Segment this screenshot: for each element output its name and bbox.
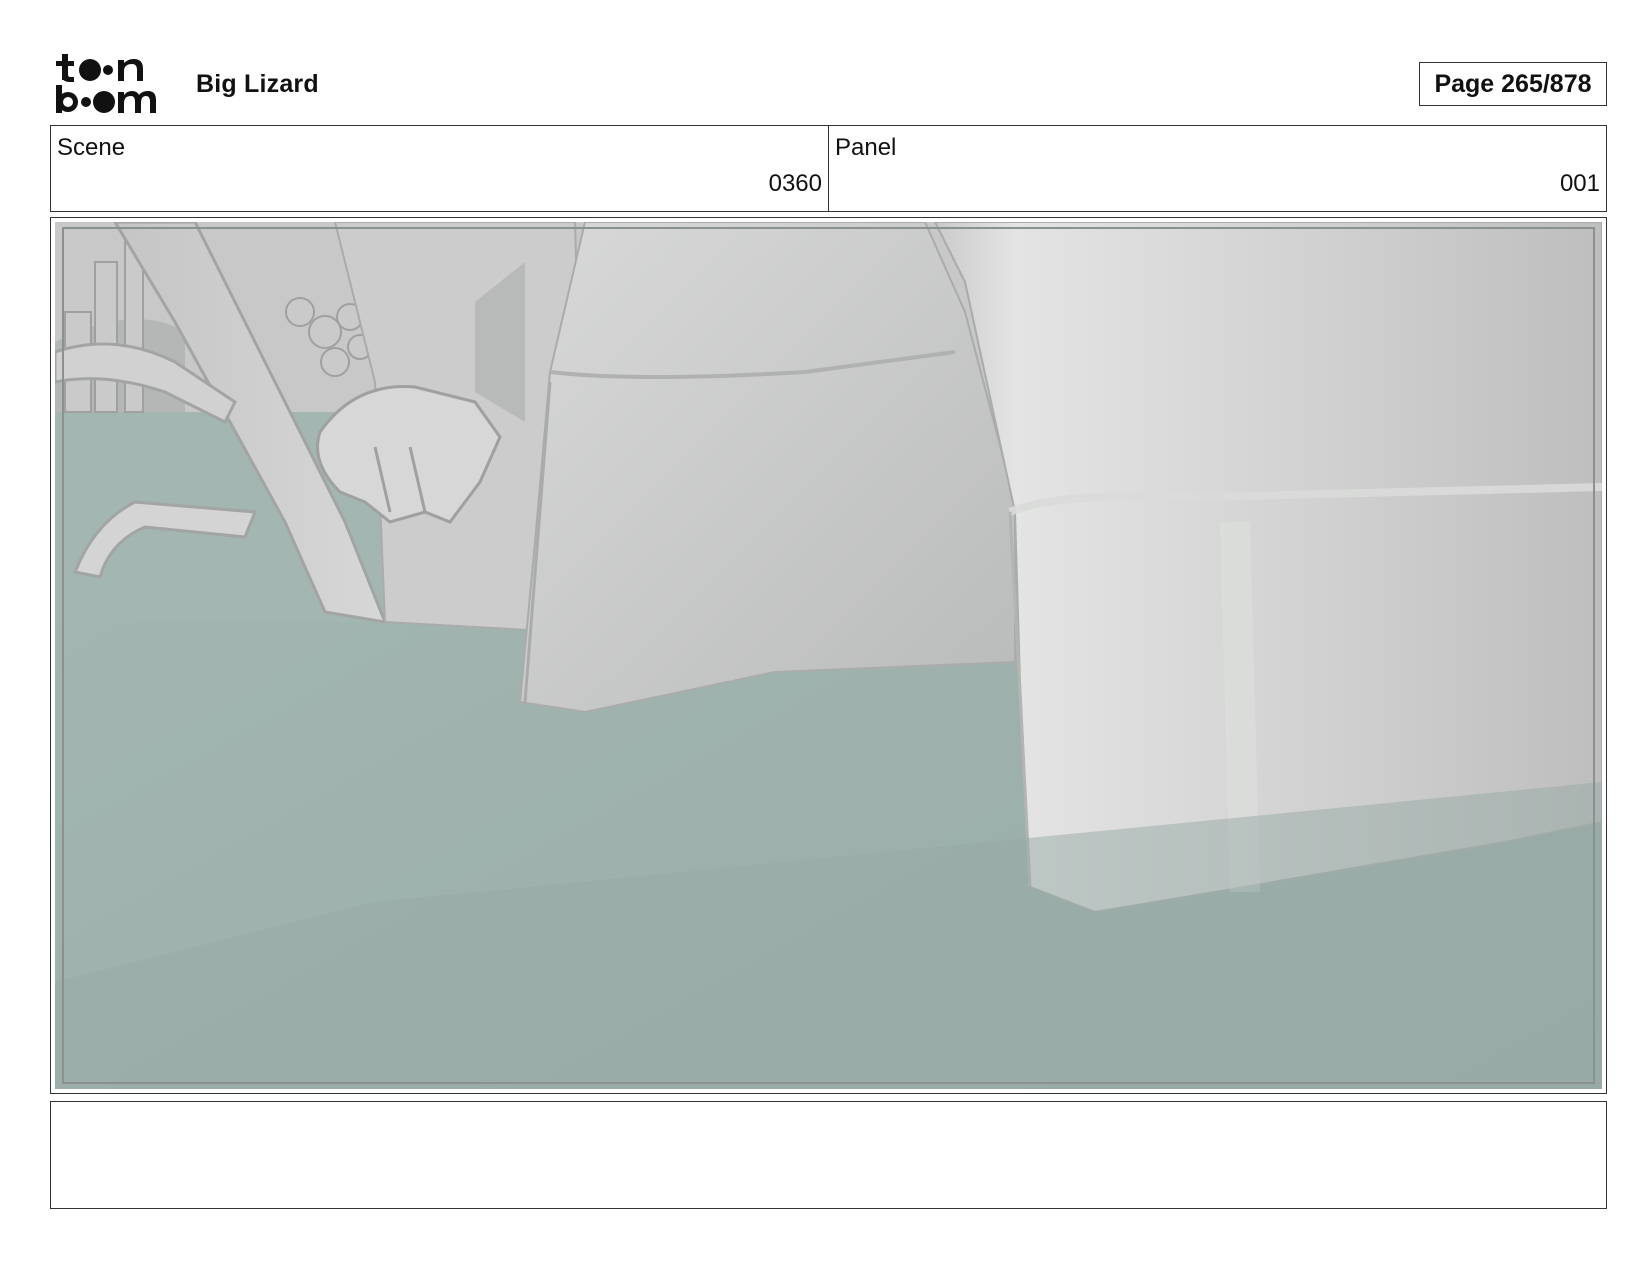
scene-cell: Scene 0360 (51, 126, 828, 211)
toonboom-logo-icon (54, 52, 172, 114)
panel-frame (50, 217, 1607, 1094)
scene-panel-info: Scene 0360 Panel 001 (50, 125, 1607, 212)
scene-label: Scene (57, 134, 126, 161)
project-title: Big Lizard (196, 70, 319, 98)
panel-label: Panel (835, 134, 897, 161)
scene-value: 0360 (768, 170, 822, 197)
storyboard-frame-image (55, 222, 1602, 1089)
page-indicator: Page 265/878 (1419, 62, 1607, 106)
panel-notes-box[interactable] (50, 1101, 1607, 1209)
panel-cell: Panel 001 (828, 126, 1606, 211)
panel-value: 001 (1559, 170, 1600, 197)
